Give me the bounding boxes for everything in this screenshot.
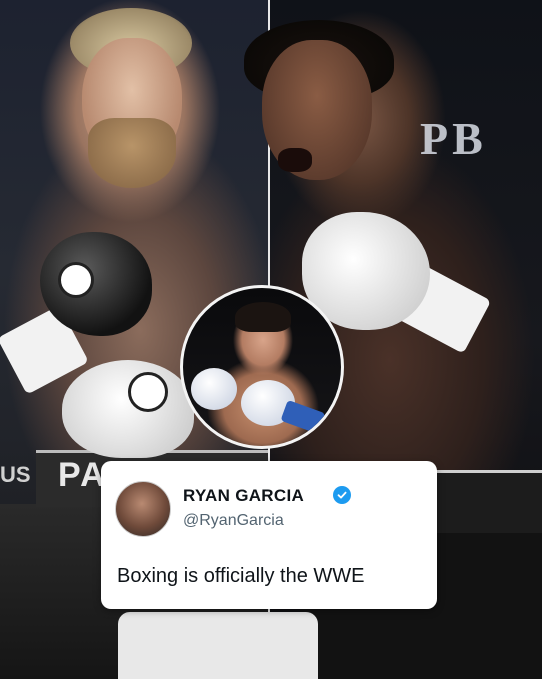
tweet-display-name[interactable]: RYAN GARCIA [183,486,304,506]
white-shorts [118,612,318,679]
checkmark-icon [337,491,347,499]
left-trunks-text: PA [58,456,107,494]
tweet-card[interactable]: RYAN GARCIA @RyanGarcia Boxing is offici… [101,461,437,609]
tweet-handle[interactable]: @RyanGarcia [183,512,284,530]
white-boxing-glove-left [62,360,194,458]
tweet-avatar[interactable] [115,481,171,537]
center-glove-left [191,368,237,410]
left-fighter-beard [88,118,176,188]
glove-logo-icon [128,372,168,412]
center-hand-wrap [280,399,326,435]
tweet-text: Boxing is officially the WWE [117,565,365,587]
center-fighter-hair [235,302,291,332]
left-banner-text: US [0,462,31,487]
right-fighter-mouth [278,148,312,172]
center-fighter-photo [180,285,344,449]
arena-sign: PB [420,113,487,164]
right-fighter-waistband [436,470,542,533]
glove-logo-icon [58,262,94,298]
verified-badge-icon [333,486,351,504]
